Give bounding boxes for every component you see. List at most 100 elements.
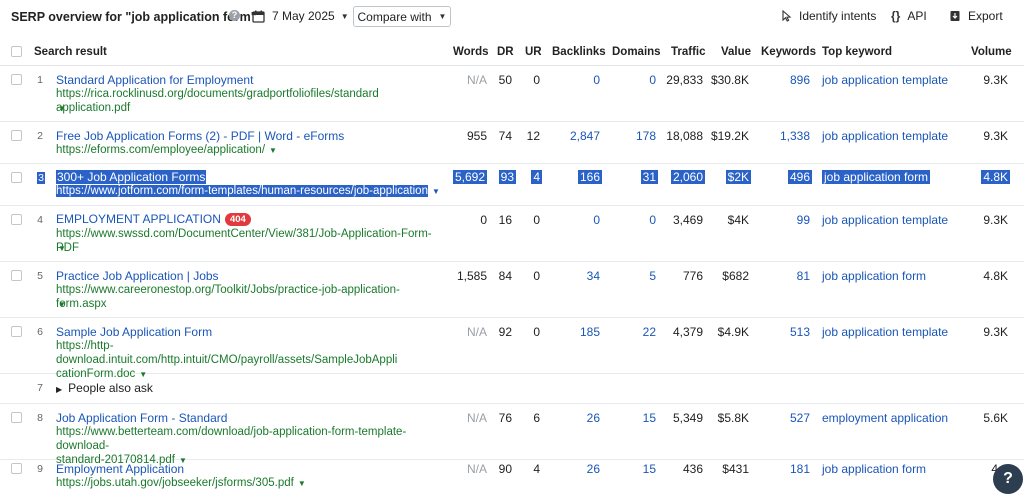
col-traffic[interactable]: Traffic bbox=[671, 46, 706, 58]
cell-keywords[interactable]: 181 bbox=[790, 462, 810, 476]
cell-domains[interactable]: 5 bbox=[649, 269, 656, 283]
table-row: 7 ▶ People also ask bbox=[0, 374, 1024, 404]
api-button[interactable]: {} API bbox=[891, 9, 927, 23]
cell-keywords[interactable]: 1,338 bbox=[780, 129, 810, 143]
result-title-link[interactable]: 300+ Job Application Forms bbox=[56, 170, 207, 184]
result-title-text: EMPLOYMENT APPLICATION bbox=[56, 212, 221, 226]
cell-keywords[interactable]: 496 bbox=[787, 170, 812, 184]
cell-keywords[interactable]: 513 bbox=[790, 325, 810, 339]
col-backlinks[interactable]: Backlinks bbox=[552, 46, 606, 58]
result-url-link[interactable]: https://www.careeronestop.org/Toolkit/Jo… bbox=[56, 283, 446, 311]
cell-domains[interactable]: 31 bbox=[640, 170, 658, 184]
cell-backlinks[interactable]: 34 bbox=[587, 269, 600, 283]
cell-backlinks[interactable]: 166 bbox=[577, 170, 602, 184]
col-search-result[interactable]: Search result bbox=[34, 46, 107, 58]
people-also-ask-label: People also ask bbox=[68, 381, 153, 395]
cell-backlinks[interactable]: 185 bbox=[580, 325, 600, 339]
row-checkbox[interactable] bbox=[11, 214, 22, 225]
result-title-link[interactable]: Practice Job Application | Jobs bbox=[56, 269, 219, 283]
row-number: 9 bbox=[37, 463, 43, 475]
cell-words: N/A bbox=[466, 325, 487, 339]
cell-domains[interactable]: 22 bbox=[643, 325, 656, 339]
url-dropdown-icon[interactable]: ▼ bbox=[269, 146, 277, 155]
cell-top-keyword[interactable]: employment application bbox=[822, 411, 948, 425]
result-title-link[interactable]: EMPLOYMENT APPLICATION 404 bbox=[56, 212, 251, 226]
result-title-link[interactable]: Free Job Application Forms (2) - PDF | W… bbox=[56, 129, 344, 143]
identify-intents-button[interactable]: Identify intents bbox=[780, 9, 876, 23]
result-url-link[interactable]: https://www.jotform.com/form-templates/h… bbox=[56, 184, 440, 199]
cell-top-keyword[interactable]: job application form bbox=[822, 269, 926, 283]
url-dropdown-icon[interactable]: ▼ bbox=[58, 244, 66, 253]
col-dr[interactable]: DR bbox=[497, 46, 514, 58]
url-dropdown-icon[interactable]: ▼ bbox=[58, 104, 66, 113]
cell-top-keyword[interactable]: job application form bbox=[822, 462, 926, 476]
cell-traffic: 5,349 bbox=[672, 411, 703, 425]
cell-backlinks[interactable]: 0 bbox=[593, 213, 600, 227]
cell-domains[interactable]: 0 bbox=[649, 213, 656, 227]
cell-keywords[interactable]: 81 bbox=[797, 269, 810, 283]
cell-domains[interactable]: 15 bbox=[643, 411, 656, 425]
help-circle-icon[interactable]: ? bbox=[229, 10, 240, 21]
help-icon[interactable]: ? bbox=[993, 464, 1023, 494]
cell-dr: 90 bbox=[498, 462, 512, 476]
col-ur[interactable]: UR bbox=[525, 46, 542, 58]
cell-traffic: 2,060 bbox=[670, 170, 705, 184]
export-button[interactable]: Export bbox=[949, 9, 1003, 23]
result-url-text: https://eforms.com/employee/application/ bbox=[56, 144, 266, 156]
cell-traffic: 29,833 bbox=[666, 73, 703, 87]
cell-ur: 0 bbox=[533, 269, 540, 283]
row-checkbox[interactable] bbox=[11, 270, 22, 281]
triangle-right-icon: ▶ bbox=[56, 385, 63, 394]
url-dropdown-icon[interactable]: ▼ bbox=[58, 300, 66, 309]
col-keywords[interactable]: Keywords bbox=[761, 46, 816, 58]
result-url-link[interactable]: https://eforms.com/employee/application/… bbox=[56, 143, 446, 158]
export-label: Export bbox=[968, 9, 1003, 23]
cell-backlinks[interactable]: 26 bbox=[587, 411, 600, 425]
row-number: 4 bbox=[37, 214, 43, 226]
cell-top-keyword[interactable]: job application template bbox=[822, 213, 948, 227]
cell-domains[interactable]: 15 bbox=[643, 462, 656, 476]
cell-top-keyword[interactable]: job application template bbox=[822, 325, 948, 339]
row-checkbox[interactable] bbox=[11, 463, 22, 474]
row-checkbox[interactable] bbox=[11, 326, 22, 337]
cell-ur: 0 bbox=[533, 213, 540, 227]
result-title-link[interactable]: Sample Job Application Form bbox=[56, 325, 212, 339]
result-url-text: https://jobs.utah.gov/jobseeker/jsforms/… bbox=[56, 477, 294, 489]
cell-top-keyword[interactable]: job application template bbox=[822, 73, 948, 87]
col-value[interactable]: Value bbox=[721, 46, 751, 58]
result-url-link[interactable]: https://www.swssd.com/DocumentCenter/Vie… bbox=[56, 227, 446, 255]
compare-with-button[interactable]: Compare with ▼ bbox=[353, 6, 451, 27]
cell-domains[interactable]: 178 bbox=[636, 129, 656, 143]
cell-backlinks[interactable]: 2,847 bbox=[570, 129, 600, 143]
result-url-text: https://www.swssd.com/DocumentCenter/Vie… bbox=[56, 228, 432, 254]
cell-domains[interactable]: 0 bbox=[649, 73, 656, 87]
row-checkbox[interactable] bbox=[11, 412, 22, 423]
cell-top-keyword[interactable]: job application template bbox=[822, 129, 948, 143]
col-words[interactable]: Words bbox=[453, 46, 489, 58]
result-url-link[interactable]: https://jobs.utah.gov/jobseeker/jsforms/… bbox=[56, 476, 446, 491]
result-title-link[interactable]: Standard Application for Employment bbox=[56, 73, 253, 87]
cell-top-keyword[interactable]: job application form bbox=[822, 170, 931, 184]
row-checkbox[interactable] bbox=[11, 130, 22, 141]
people-also-ask-toggle[interactable]: ▶ People also ask bbox=[56, 381, 153, 395]
col-domains[interactable]: Domains bbox=[612, 46, 661, 58]
table-row: 8 Job Application Form - Standard https:… bbox=[0, 404, 1024, 466]
select-all-checkbox[interactable] bbox=[11, 46, 22, 57]
row-checkbox[interactable] bbox=[11, 172, 22, 183]
cell-keywords[interactable]: 527 bbox=[790, 411, 810, 425]
cell-keywords[interactable]: 896 bbox=[790, 73, 810, 87]
date-selector[interactable]: 7 May 2025 ▼ bbox=[252, 6, 349, 26]
cell-dr: 76 bbox=[498, 411, 512, 425]
row-checkbox[interactable] bbox=[11, 74, 22, 85]
cell-backlinks[interactable]: 26 bbox=[587, 462, 600, 476]
url-dropdown-icon[interactable]: ▼ bbox=[432, 187, 440, 196]
col-volume[interactable]: Volume bbox=[971, 46, 1012, 58]
url-dropdown-icon[interactable]: ▼ bbox=[298, 479, 306, 488]
col-top-keyword[interactable]: Top keyword bbox=[822, 46, 892, 58]
result-title-link[interactable]: Employment Application bbox=[56, 462, 184, 476]
result-title-link[interactable]: Job Application Form - Standard bbox=[56, 411, 227, 425]
result-url-link[interactable]: https://rica.rocklinusd.org/documents/gr… bbox=[56, 87, 446, 115]
cell-backlinks[interactable]: 0 bbox=[593, 73, 600, 87]
cell-traffic: 776 bbox=[682, 269, 703, 283]
cell-keywords[interactable]: 99 bbox=[797, 213, 810, 227]
